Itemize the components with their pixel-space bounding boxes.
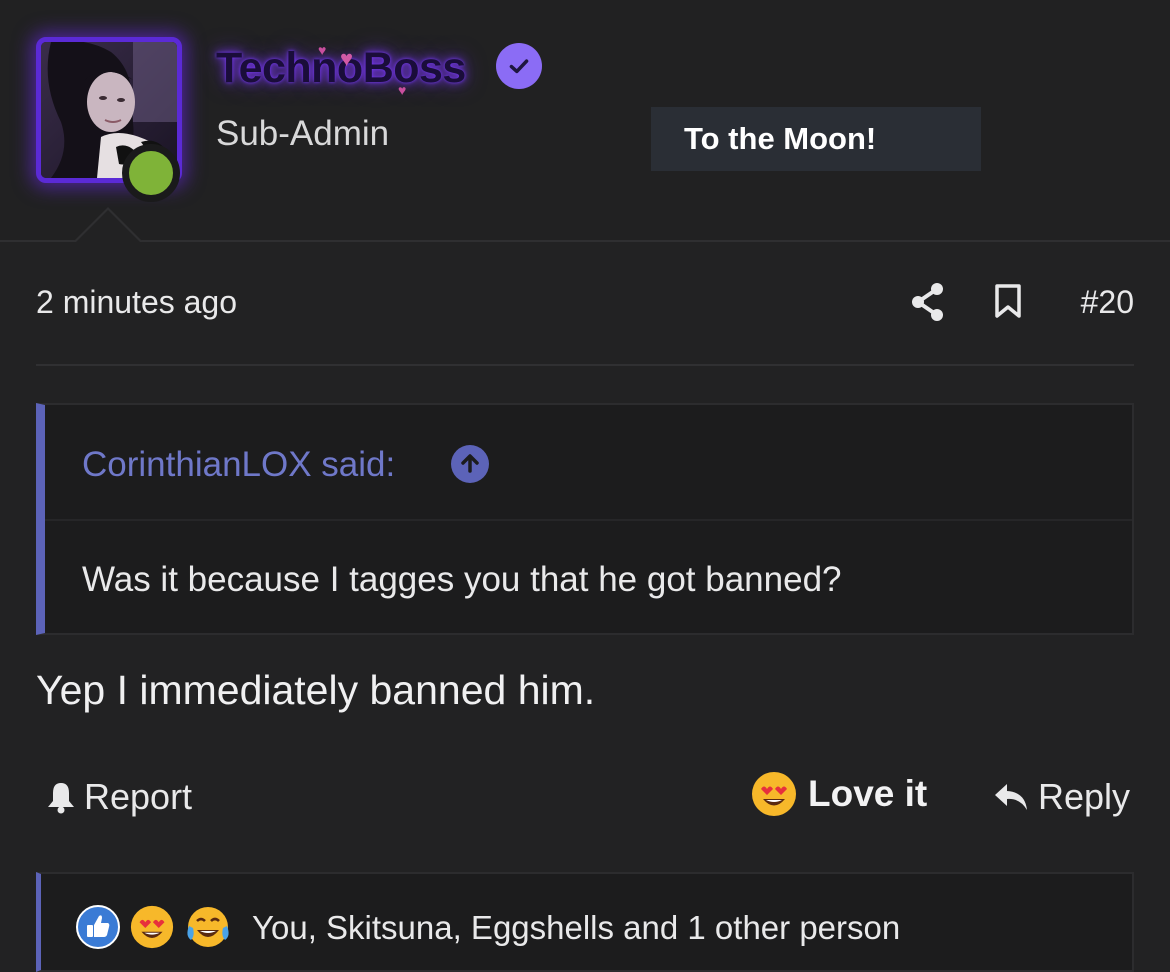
sparkle-icon: ♥ [398,82,407,98]
quote-header: CorinthianLOX said: [45,405,1132,521]
post-meta: 2 minutes ago #20 [36,268,1134,338]
post-actions: Report Love it Reply [36,770,1134,830]
custom-user-banner: To the Moon! [651,107,981,171]
report-label: Report [84,776,193,817]
post-body: Yep I immediately banned him. [36,667,596,713]
reply-button[interactable]: Reply [992,776,1130,818]
reactions-bar[interactable]: You, Skitsuna, Eggshells and 1 other per… [36,872,1134,972]
quote-text: Was it because I tagges you that he got … [82,560,842,599]
love-it-label: Love it [808,773,928,814]
heart-eyes-icon [130,905,174,949]
header-pointer-inner [76,210,140,242]
quote-block: CorinthianLOX said: Was it because I tag… [36,403,1134,635]
love-it-button[interactable]: Love it [750,770,927,818]
reply-arrow-icon [994,784,1027,810]
user-title: Sub-Admin [216,114,390,153]
reaction-icons [75,904,233,950]
report-button[interactable]: Report [44,776,192,818]
like-icon [76,905,120,949]
verified-badge-icon [496,43,542,89]
sparkle-icon: ♥ [318,42,327,58]
reactions-summary[interactable]: You, Skitsuna, Eggshells and 1 other per… [252,909,900,947]
sparkle-icon: ♥ [340,46,354,71]
post-time[interactable]: 2 minutes ago [36,284,237,321]
quote-jump-arrow-up-icon[interactable] [451,445,489,483]
heart-eyes-icon [752,772,796,816]
tears-of-joy-icon [187,907,229,947]
quote-author[interactable]: CorinthianLOX said: [82,445,395,485]
reply-label: Reply [1037,776,1130,817]
share-icon[interactable] [910,282,946,322]
post-number[interactable]: #20 [1081,284,1134,321]
meta-divider [36,364,1134,366]
bell-icon [48,783,74,814]
online-status-dot [122,144,180,202]
bookmark-icon[interactable] [993,283,1023,319]
